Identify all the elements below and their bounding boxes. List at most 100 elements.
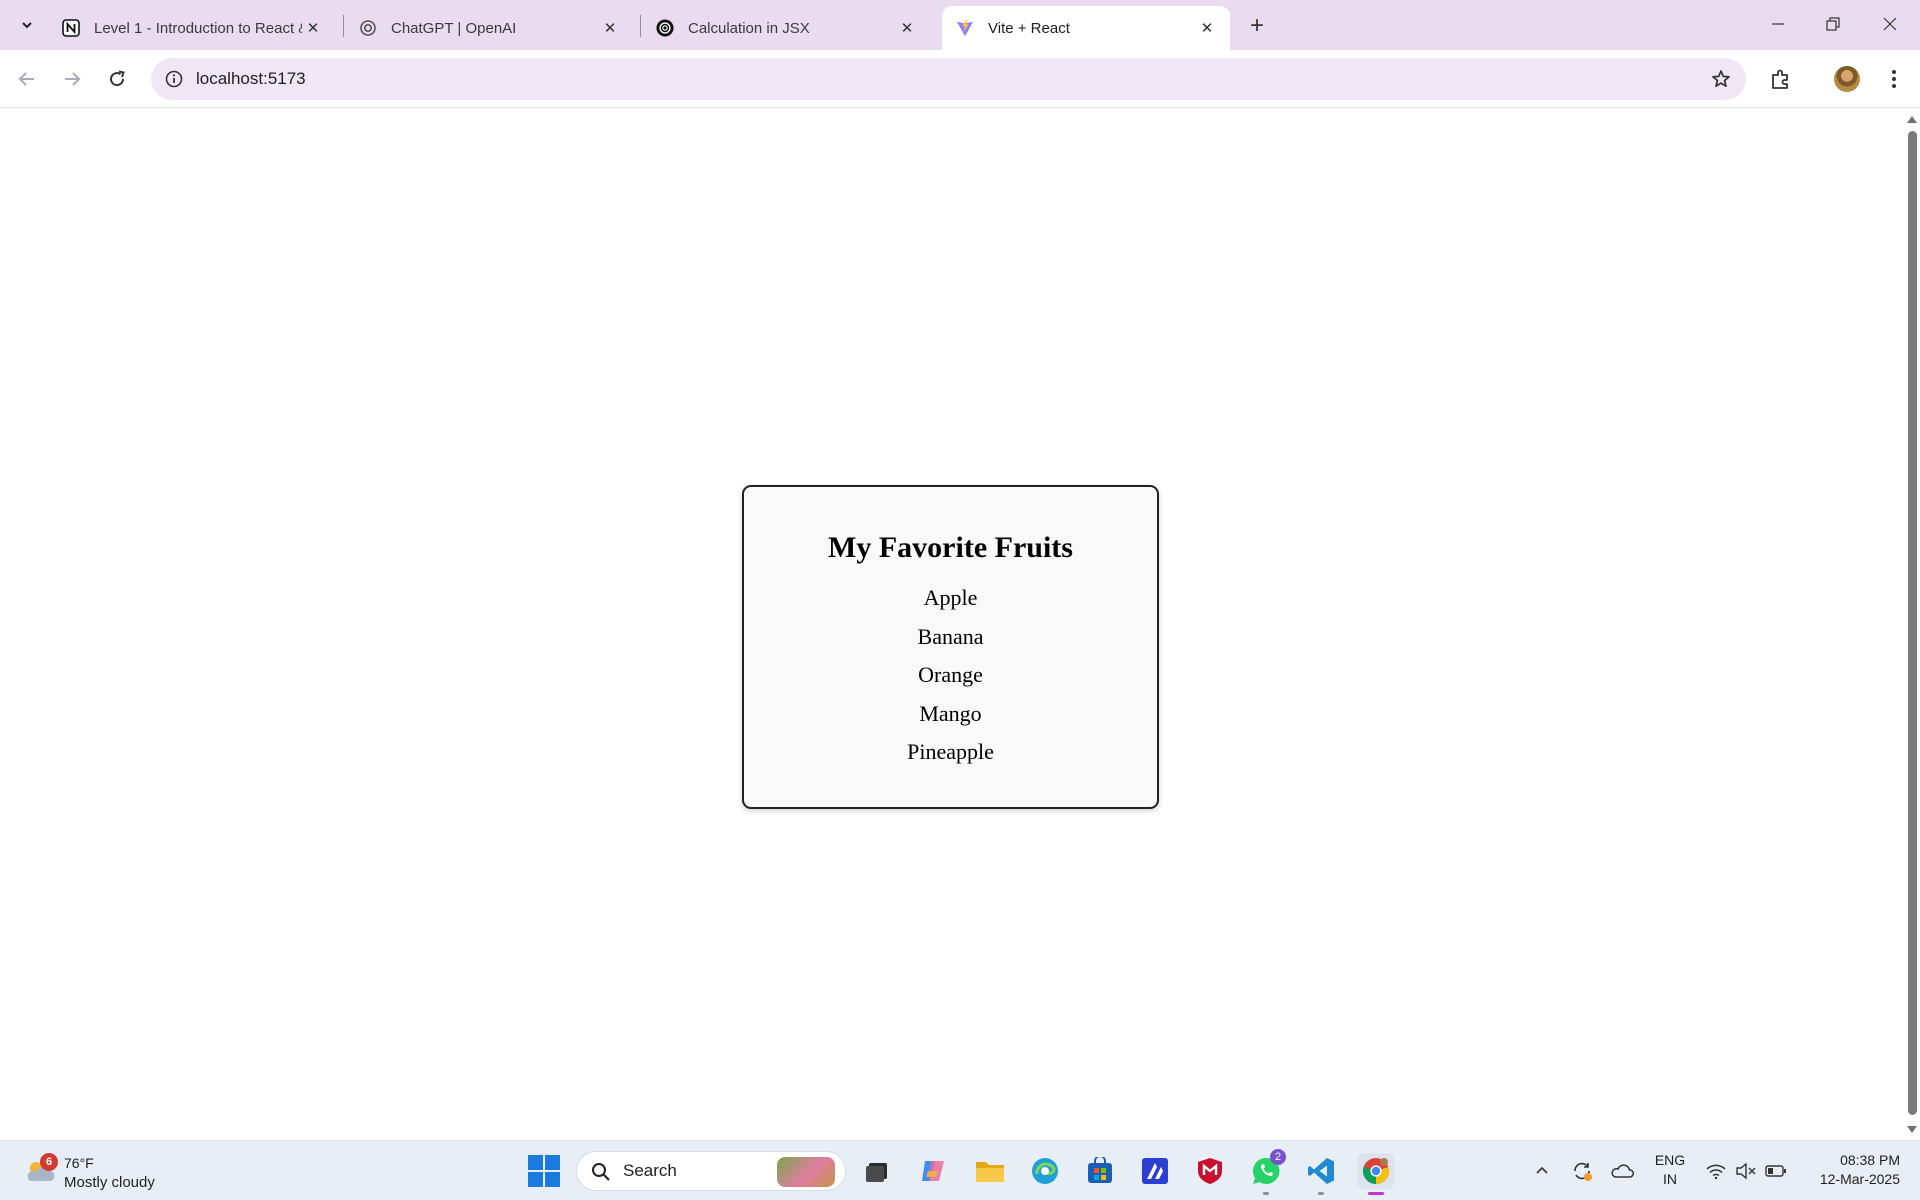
url-text: localhost:5173 bbox=[196, 69, 306, 88]
new-tab-button[interactable]: + bbox=[1243, 12, 1271, 40]
tab-notion[interactable]: Level 1 - Introduction to React & ✕ bbox=[48, 6, 336, 50]
app-icon bbox=[1142, 1158, 1168, 1184]
onedrive-tray-button[interactable] bbox=[1608, 1155, 1636, 1187]
list-item: Mango bbox=[919, 700, 982, 726]
tab-separator bbox=[640, 15, 641, 37]
vscode-button[interactable] bbox=[1303, 1153, 1339, 1195]
scrollbar-thumb[interactable] bbox=[1908, 131, 1917, 1115]
arrow-right-icon bbox=[65, 72, 81, 86]
weather-alert-badge: 6 bbox=[40, 1153, 58, 1171]
copilot-icon bbox=[922, 1161, 944, 1181]
back-button[interactable] bbox=[12, 64, 42, 94]
whatsapp-button[interactable]: 2 bbox=[1248, 1149, 1286, 1195]
notification-badge: 2 bbox=[1270, 1149, 1286, 1165]
forward-button[interactable] bbox=[57, 64, 87, 94]
minimize-button[interactable] bbox=[1755, 6, 1801, 42]
language-code: ENG bbox=[1654, 1152, 1686, 1168]
vertical-scrollbar[interactable] bbox=[1904, 109, 1920, 1140]
close-icon bbox=[1883, 17, 1897, 31]
copilot-button[interactable] bbox=[915, 1153, 951, 1189]
scroll-down-arrow-icon[interactable] bbox=[1907, 1126, 1917, 1133]
list-item: Banana bbox=[917, 623, 984, 649]
file-explorer-button[interactable] bbox=[972, 1153, 1008, 1189]
menu-button[interactable] bbox=[1878, 63, 1910, 95]
clock[interactable]: 08:38 PM 12-Mar-2025 bbox=[1800, 1151, 1900, 1189]
close-icon[interactable]: ✕ bbox=[1196, 17, 1218, 39]
restore-icon bbox=[1826, 17, 1840, 31]
windows-taskbar: 6 76°F Mostly cloudy Search 2 ENG IN 08:… bbox=[0, 1140, 1920, 1200]
browser-toolbar: localhost:5173 bbox=[0, 50, 1920, 108]
tab-calculation-jsx[interactable]: Calculation in JSX ✕ bbox=[642, 6, 930, 50]
clock-time: 08:38 PM bbox=[1840, 1152, 1900, 1168]
tab-search-button[interactable] bbox=[12, 10, 42, 40]
battery-tray-button[interactable] bbox=[1762, 1155, 1790, 1187]
wifi-tray-button[interactable] bbox=[1702, 1155, 1730, 1187]
search-icon bbox=[592, 1163, 610, 1181]
list-item: Apple bbox=[923, 585, 978, 610]
minimize-icon bbox=[1772, 23, 1784, 25]
tab-vite-react[interactable]: Vite + React ✕ bbox=[942, 6, 1230, 50]
search-label: Search bbox=[623, 1161, 677, 1180]
app-button-blue[interactable] bbox=[1137, 1153, 1173, 1189]
bookmark-star-icon[interactable] bbox=[1710, 68, 1732, 90]
start-button[interactable] bbox=[528, 1155, 560, 1187]
vite-icon bbox=[956, 19, 974, 37]
close-icon[interactable]: ✕ bbox=[599, 17, 621, 39]
avatar bbox=[1834, 66, 1860, 92]
store-icon bbox=[1088, 1157, 1112, 1183]
tab-chatgpt[interactable]: ChatGPT | OpenAI ✕ bbox=[345, 6, 633, 50]
close-icon[interactable]: ✕ bbox=[896, 17, 918, 39]
page-title: My Favorite Fruits bbox=[828, 531, 1073, 564]
tab-title: ChatGPT | OpenAI bbox=[391, 19, 517, 37]
reload-icon bbox=[110, 70, 125, 87]
address-bar[interactable]: localhost:5173 bbox=[151, 58, 1746, 100]
task-view-button[interactable] bbox=[859, 1153, 895, 1189]
sync-icon bbox=[1574, 1162, 1592, 1181]
speaker-muted-icon bbox=[1736, 1163, 1756, 1179]
tab-strip: Level 1 - Introduction to React & ✕ Chat… bbox=[0, 0, 1920, 50]
tab-separator bbox=[343, 15, 344, 37]
info-icon[interactable] bbox=[163, 68, 185, 90]
fruits-card: My Favorite Fruits Apple Banana Orange M… bbox=[742, 485, 1159, 809]
chevron-down-icon bbox=[22, 22, 32, 29]
battery-icon bbox=[1765, 1165, 1786, 1177]
chrome-button[interactable] bbox=[1358, 1153, 1394, 1195]
mcafee-button[interactable] bbox=[1192, 1153, 1228, 1189]
edge-button[interactable] bbox=[1027, 1153, 1063, 1189]
page-viewport: My Favorite Fruits Apple Banana Orange M… bbox=[0, 109, 1904, 1140]
fruit-list: Apple Banana Orange Mango Pineapple bbox=[744, 579, 1157, 772]
windows-logo-icon bbox=[528, 1155, 543, 1170]
profile-button[interactable] bbox=[1831, 63, 1863, 95]
arrow-left-icon bbox=[18, 72, 34, 86]
sync-tray-button[interactable] bbox=[1568, 1155, 1596, 1187]
search-highlight-image bbox=[777, 1157, 835, 1187]
weather-widget[interactable]: 6 76°F Mostly cloudy bbox=[22, 1149, 202, 1193]
running-indicator bbox=[1368, 1192, 1384, 1195]
volume-tray-button[interactable] bbox=[1732, 1155, 1760, 1187]
running-indicator bbox=[1263, 1192, 1269, 1195]
mcafee-shield-icon bbox=[1198, 1158, 1222, 1184]
scroll-up-arrow-icon[interactable] bbox=[1907, 116, 1917, 123]
list-item: Pineapple bbox=[907, 739, 994, 764]
temperature: 76°F bbox=[64, 1155, 94, 1171]
taskbar-search[interactable]: Search bbox=[576, 1151, 846, 1191]
wifi-icon bbox=[1706, 1164, 1726, 1179]
vscode-icon bbox=[1308, 1158, 1334, 1184]
close-icon[interactable]: ✕ bbox=[302, 17, 324, 39]
plus-icon: + bbox=[1249, 12, 1264, 39]
weather-condition: Mostly cloudy bbox=[64, 1174, 155, 1191]
openai-icon bbox=[359, 19, 377, 37]
chrome-icon bbox=[1362, 1158, 1389, 1184]
restore-button[interactable] bbox=[1810, 6, 1856, 42]
task-view-icon bbox=[866, 1163, 887, 1182]
language-indicator[interactable]: ENG IN bbox=[1648, 1151, 1692, 1189]
close-window-button[interactable] bbox=[1867, 6, 1913, 42]
list-item: Orange bbox=[918, 662, 983, 687]
extensions-button[interactable] bbox=[1765, 63, 1797, 95]
openai-icon bbox=[656, 19, 674, 37]
show-hidden-icons-button[interactable] bbox=[1528, 1155, 1556, 1187]
edge-icon bbox=[1032, 1158, 1058, 1184]
microsoft-store-button[interactable] bbox=[1082, 1153, 1118, 1189]
reload-button[interactable] bbox=[102, 64, 132, 94]
running-indicator bbox=[1318, 1192, 1324, 1195]
